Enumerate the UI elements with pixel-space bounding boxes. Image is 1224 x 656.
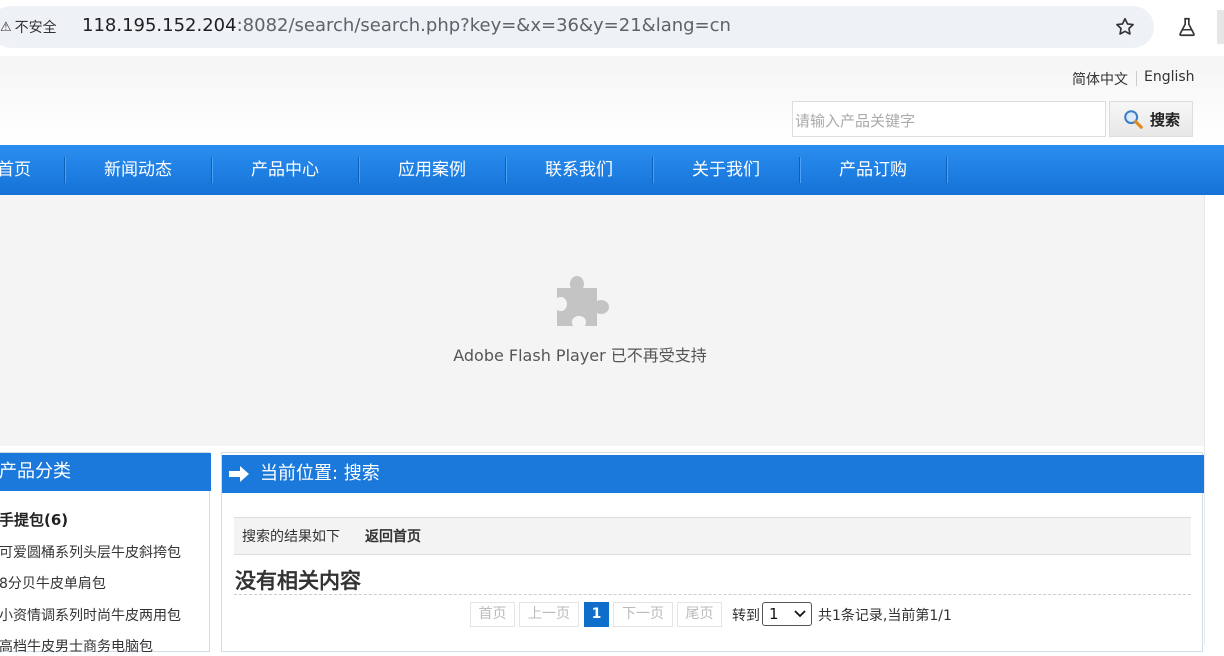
pager-next[interactable]: 下一页 [613,602,673,627]
breadcrumb-bar: 当前位置: 搜索 [222,455,1204,493]
search-input[interactable]: 请输入产品关键字 [792,101,1106,137]
nav-item-about[interactable]: 关于我们 [653,145,799,195]
nav-item-products[interactable]: 产品中心 [212,145,358,195]
pager-current-page[interactable]: 1 [584,602,609,627]
warning-icon: ⚠ [0,19,12,35]
lang-chinese-link[interactable]: 简体中文 [1072,69,1128,89]
page-select-value: 1 [769,605,779,623]
plugin-puzzle-icon [557,276,609,326]
nav-divider [946,157,947,183]
page-scrollbar[interactable] [1204,195,1224,645]
lang-english-link[interactable]: English [1144,69,1195,85]
bookmark-star-icon[interactable] [1114,16,1136,38]
search-icon [1124,110,1143,129]
pager-summary: 共1条记录,当前第1/1 [818,608,952,624]
pager-last[interactable]: 尾页 [677,602,722,627]
nav-item-cases[interactable]: 应用案例 [359,145,505,195]
sidebar-product-link[interactable]: 高档牛皮男士商务电脑包 [0,636,153,656]
main-nav: 首页 新闻动态 产品中心 应用案例 联系我们 关于我们 产品订购 [0,145,1224,195]
result-label: 搜索的结果如下 [242,529,340,545]
search-button-label: 搜索 [1149,110,1180,129]
breadcrumb: 当前位置: 搜索 [260,463,380,484]
no-results-message: 没有相关内容 [235,569,361,593]
url-text[interactable]: 118.195.152.204:8082/search/search.php?k… [82,15,731,36]
nav-item-news[interactable]: 新闻动态 [65,145,211,195]
pager-goto-label: 转到 [732,608,760,624]
url-path: :8082/search/search.php?key=&x=36&y=21&l… [236,15,731,36]
flash-unsupported-message: Adobe Flash Player 已不再受支持 [453,346,707,365]
security-label: 不安全 [14,20,57,36]
sidebar-product-link[interactable]: 8分贝牛皮单肩包 [0,573,106,593]
sidebar-product-link[interactable]: 小资情调系列时尚牛皮两用包 [0,605,181,625]
pager-first[interactable]: 首页 [470,602,515,627]
page-select[interactable]: 1 [762,602,812,626]
security-indicator[interactable]: ⚠ 不安全 [0,18,57,37]
profile-edge [1217,10,1224,44]
arrow-right-icon [229,466,249,482]
pager-prev[interactable]: 上一页 [519,602,579,627]
lang-divider [1136,71,1137,86]
nav-item-contact[interactable]: 联系我们 [506,145,652,195]
sidebar-category[interactable]: 手提包(6) [0,509,68,530]
search-button[interactable]: 搜索 [1109,101,1193,137]
result-header: 搜索的结果如下 返回首页 [234,517,1191,555]
chevron-down-icon [794,610,806,618]
sidebar-title: 产品分类 [0,453,211,491]
site-header: 简体中文 English 请输入产品关键字 搜索 [0,56,1224,145]
sidebar-product-link[interactable]: 可爱圆桶系列头层牛皮斜挎包 [0,542,181,562]
labs-flask-icon[interactable] [1176,16,1198,38]
url-host: 118.195.152.204 [82,15,237,36]
nav-item-order[interactable]: 产品订购 [800,145,946,195]
nav-item-home[interactable]: 首页 [0,145,46,195]
address-bar[interactable]: ⚠ 不安全 118.195.152.204:8082/search/search… [0,6,1154,48]
browser-toolbar: ⚠ 不安全 118.195.152.204:8082/search/search… [0,0,1224,56]
back-home-link[interactable]: 返回首页 [365,518,421,556]
divider [234,594,1191,595]
product-category-sidebar: 产品分类 手提包(6) 可爱圆桶系列头层牛皮斜挎包 8分贝牛皮单肩包 小资情调系… [0,452,211,655]
search-results-panel: 当前位置: 搜索 搜索的结果如下 返回首页 没有相关内容 首页 上一页 1 下一… [221,452,1204,652]
